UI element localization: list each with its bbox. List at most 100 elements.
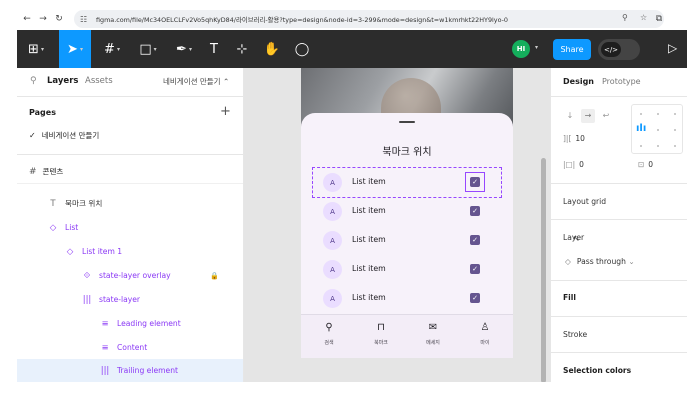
extensions-icon[interactable]: ⧉: [653, 12, 665, 26]
sheet-title: 북마크 위치: [382, 147, 432, 158]
layer-row-selected[interactable]: ||| Trailing element: [17, 359, 243, 382]
divider: [551, 316, 687, 317]
search-icon[interactable]: ⚲: [30, 76, 37, 86]
url-text[interactable]: figma.com/file/Mc34OELCLFv2Vo5qhKyD84/라이…: [96, 15, 576, 24]
list-item[interactable]: A List item ✓: [313, 226, 501, 255]
drag-handle[interactable]: [399, 121, 415, 123]
auto-layout-direction: ↓ → ↩: [563, 109, 613, 123]
arrow-down-icon[interactable]: ↓: [563, 109, 577, 123]
user-avatar[interactable]: HI: [512, 40, 530, 58]
text-icon: T: [210, 41, 218, 57]
component-instance-icon: ◇: [66, 246, 74, 257]
layout-grid-heading[interactable]: Layout grid: [563, 197, 606, 206]
components-icon: ⊹: [236, 41, 248, 57]
figma-menu-icon: ⊞: [28, 41, 39, 57]
layer-row[interactable]: ≡ Content: [17, 336, 243, 359]
star-icon[interactable]: ☆: [640, 13, 647, 22]
present-play-icon[interactable]: ▷: [668, 41, 677, 55]
zoom-icon[interactable]: ⚲: [622, 13, 628, 22]
padding-value: 0: [579, 160, 584, 169]
layer-frame-row[interactable]: # 콘텐츠: [29, 166, 63, 177]
address-bar[interactable]: ☷ figma.com/file/Mc34OELCLFv2Vo5qhKyD84/…: [74, 10, 664, 28]
frame-tool-button[interactable]: # ▾: [97, 30, 127, 68]
move-tool-button[interactable]: ➤ ▾: [59, 30, 91, 68]
layer-row[interactable]: ◇ List item 1: [17, 240, 243, 263]
arrow-right-icon[interactable]: →: [581, 109, 595, 123]
list-item[interactable]: A List item ✓: [312, 167, 502, 198]
dev-mode-toggle[interactable]: </>: [598, 39, 640, 60]
checkbox[interactable]: ✓: [470, 177, 480, 187]
wrap-icon[interactable]: ↩: [599, 109, 613, 123]
frame-hash-icon: #: [29, 167, 37, 177]
checkmark-icon: ✓: [472, 236, 478, 244]
chevron-down-icon[interactable]: ▾: [535, 44, 538, 51]
tab-assets[interactable]: Assets: [85, 76, 113, 86]
divider: [17, 154, 243, 155]
nav-item-bookmark[interactable]: ⊓ 북마크: [361, 322, 401, 346]
main-menu-button[interactable]: ⊞ ▾: [23, 30, 49, 68]
add-page-icon[interactable]: +: [220, 104, 231, 119]
layer-label: Content: [117, 343, 148, 352]
layer-row[interactable]: T 북마크 위치: [17, 192, 243, 215]
alignment-grid[interactable]: ılı: [631, 104, 683, 154]
arrow-left-icon[interactable]: ←: [21, 12, 33, 26]
layer-label: Leading element: [117, 319, 181, 328]
padding-vertical-value: 0: [648, 160, 654, 169]
site-settings-icon[interactable]: ☷: [80, 15, 92, 24]
auto-layout-horizontal-icon: |||: [82, 294, 92, 305]
selection-colors-heading[interactable]: Selection colors: [563, 366, 631, 375]
share-button[interactable]: Share: [553, 39, 591, 60]
shape-tool-button[interactable]: □ ▾: [133, 30, 163, 68]
nav-item-search[interactable]: ⚲ 검색: [309, 322, 349, 346]
layer-row[interactable]: ||| state-layer: [17, 288, 243, 311]
layer-row[interactable]: ◇ List: [17, 216, 243, 239]
tab-design[interactable]: Design: [563, 77, 594, 86]
padding-field[interactable]: |□| 0: [563, 160, 584, 169]
checkbox[interactable]: ✓: [470, 293, 480, 303]
design-canvas[interactable]: 북마크 위치 A List item ✓ A List item ✓ A Lis…: [244, 68, 550, 382]
list-item[interactable]: A List item ✓: [313, 197, 501, 226]
page-item-label: 네비게이션 만들기: [41, 131, 100, 140]
blend-mode-icon: ◇: [565, 257, 571, 266]
chevron-up-icon: ⌃: [222, 77, 230, 86]
reload-icon[interactable]: ↻: [53, 12, 65, 26]
padding-vertical-field[interactable]: ⊡ 0: [638, 160, 653, 169]
stroke-heading[interactable]: Stroke: [563, 330, 587, 339]
lock-icon[interactable]: 🔒: [210, 272, 219, 280]
cursor-arrow-icon: ➤: [67, 41, 78, 57]
layer-label: List: [65, 223, 79, 232]
hand-tool-button[interactable]: ✋: [261, 30, 283, 68]
chevron-down-icon: ▾: [79, 45, 83, 53]
tab-layers[interactable]: Layers: [47, 76, 78, 86]
nav-item-message[interactable]: ✉ 메세지: [413, 322, 453, 346]
pen-tool-button[interactable]: ✒ ▾: [169, 30, 199, 68]
layer-label: 북마크 위치: [65, 199, 103, 208]
fill-heading[interactable]: Fill: [563, 293, 576, 302]
blend-mode-select[interactable]: ◇ Pass through ⌄: [565, 257, 635, 266]
checkbox[interactable]: ✓: [470, 264, 480, 274]
tab-prototype[interactable]: Prototype: [602, 77, 641, 86]
resources-button[interactable]: ⊹: [231, 30, 253, 68]
nav-item-my[interactable]: ♙ 마이: [465, 322, 505, 346]
list-item[interactable]: A List item ✓: [313, 255, 501, 284]
text-tool-button[interactable]: T: [203, 30, 225, 68]
layer-row[interactable]: ≡ Leading element: [17, 312, 243, 335]
checkbox[interactable]: ✓: [470, 206, 480, 216]
chevron-down-icon: ⌄: [628, 257, 635, 266]
page-selector-label: 네비게이션 만들기: [163, 77, 221, 86]
mail-icon: ✉: [428, 322, 438, 333]
avatar: A: [323, 202, 342, 221]
pen-icon: ✒: [176, 41, 187, 57]
component-set-icon: ⟐: [83, 270, 91, 281]
canvas-scrollbar[interactable]: [541, 158, 546, 382]
checkbox[interactable]: ✓: [470, 235, 480, 245]
checkmark-icon: ✓: [472, 207, 478, 215]
layer-row[interactable]: ⟐ state-layer overlay 🔒: [17, 264, 243, 287]
comment-tool-button[interactable]: ◯: [291, 30, 313, 68]
gap-field[interactable]: ]|[10: [563, 134, 585, 143]
page-selector[interactable]: 네비게이션 만들기 ⌃: [163, 76, 229, 87]
list-item[interactable]: A List item ✓: [313, 284, 501, 313]
page-item[interactable]: ✓ 네비게이션 만들기: [29, 130, 99, 141]
divider: [551, 96, 687, 97]
arrow-right-icon[interactable]: →: [37, 12, 49, 26]
